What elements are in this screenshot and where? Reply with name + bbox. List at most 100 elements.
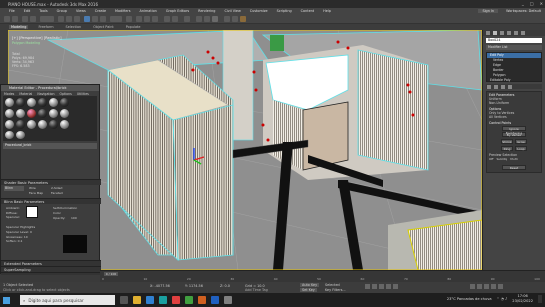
shader-dropdown[interactable]: Blinn xyxy=(4,186,24,191)
sample-slot[interactable] xyxy=(49,120,58,129)
clock[interactable]: 17:06 23/02/2022 xyxy=(512,294,533,303)
sign-in-button[interactable]: Sign In xyxy=(478,9,499,13)
sample-slot[interactable] xyxy=(49,109,58,118)
play-icon[interactable] xyxy=(379,284,384,289)
unlink-icon[interactable] xyxy=(30,16,36,22)
two-sided-checkbox[interactable]: 2-Sided xyxy=(51,186,62,190)
timeline[interactable]: 0 / 100 0 10 20 30 40 50 60 70 80 90 100 xyxy=(100,270,545,282)
add-time-tag[interactable]: Add Time Tag xyxy=(245,288,268,292)
sample-slot[interactable] xyxy=(16,109,25,118)
tab-freeform[interactable]: Freeform xyxy=(36,25,55,29)
align-icon[interactable] xyxy=(172,16,178,22)
render-frame-icon[interactable] xyxy=(232,16,238,22)
app-icon[interactable] xyxy=(185,296,193,304)
menu-group[interactable]: Group xyxy=(57,9,67,13)
menu-customize[interactable]: Customize xyxy=(250,9,268,13)
pin-stack-icon[interactable] xyxy=(487,85,491,89)
previous-frame-icon[interactable] xyxy=(372,284,377,289)
rollout-shader-basic[interactable]: Shader Basic Parameters xyxy=(1,179,101,185)
sample-slot[interactable] xyxy=(27,109,36,118)
menu-utilities[interactable]: Utilities xyxy=(77,92,89,96)
orbit-icon[interactable] xyxy=(491,284,496,289)
make-unique-icon[interactable] xyxy=(501,85,505,89)
next-frame-icon[interactable] xyxy=(386,284,391,289)
percent-snap-icon[interactable] xyxy=(152,16,158,22)
soften-value[interactable]: 0.1 xyxy=(18,239,23,243)
viewport-label[interactable]: [+] [Perspective] [Realistic] xyxy=(12,36,62,40)
sample-slot[interactable] xyxy=(5,98,14,107)
undo-icon[interactable] xyxy=(4,16,10,22)
sample-slot[interactable] xyxy=(16,131,25,139)
link-icon[interactable] xyxy=(22,16,28,22)
reset-button[interactable]: Reset xyxy=(502,165,526,170)
material-editor-icon[interactable] xyxy=(212,16,218,22)
sample-slot[interactable] xyxy=(60,120,69,129)
rotate-icon[interactable] xyxy=(92,16,98,22)
menu-rendering[interactable]: Rendering xyxy=(198,9,215,13)
select-icon[interactable] xyxy=(58,16,64,22)
menu-navigation[interactable]: Navigation xyxy=(37,92,54,96)
object-name-field[interactable]: Box024 xyxy=(486,38,542,43)
menu-scripting[interactable]: Scripting xyxy=(277,9,292,13)
all-vertices-checkbox[interactable]: All Vertices xyxy=(489,115,539,119)
ignore-backfacing-button[interactable]: Ignore Backfacing xyxy=(502,126,526,135)
remove-modifier-icon[interactable] xyxy=(508,85,512,89)
tab-object-paint[interactable]: Object Paint xyxy=(91,25,116,29)
tab-modeling[interactable]: Modeling xyxy=(9,25,29,29)
sample-slot[interactable] xyxy=(38,109,47,118)
motion-tab-icon[interactable] xyxy=(507,31,511,35)
sample-slot[interactable] xyxy=(5,131,14,139)
z-coordinate[interactable]: Z: 0.0 xyxy=(220,284,230,288)
sample-slot[interactable] xyxy=(60,109,69,118)
taskbar-search[interactable]: ⌕ Digite aqui para pesquisar xyxy=(20,295,115,305)
snap-icon[interactable] xyxy=(136,16,142,22)
modify-tab-icon[interactable] xyxy=(493,31,497,35)
grow-button[interactable]: Grow xyxy=(515,139,527,144)
redo-icon[interactable] xyxy=(12,16,18,22)
menu-tools[interactable]: Tools xyxy=(39,9,47,13)
workspace-dropdown[interactable]: Workspaces: Default xyxy=(506,9,541,13)
spec-level-value[interactable]: 0 xyxy=(30,230,32,234)
windows-start-icon[interactable] xyxy=(3,296,10,304)
key-filters-button[interactable]: Key Filters... xyxy=(325,288,346,292)
move-icon[interactable] xyxy=(84,16,90,22)
sample-slot[interactable] xyxy=(38,98,47,107)
sample-slot[interactable] xyxy=(16,120,25,129)
menu-graph-editors[interactable]: Graph Editors xyxy=(166,9,189,13)
task-view-icon[interactable] xyxy=(120,296,128,304)
angle-snap-icon[interactable] xyxy=(144,16,150,22)
minimize-button[interactable]: _ xyxy=(522,1,524,6)
select-by-name-icon[interactable] xyxy=(66,16,72,22)
close-button[interactable]: ✕ xyxy=(540,1,543,6)
app-icon[interactable] xyxy=(172,296,180,304)
sample-slot[interactable] xyxy=(49,98,58,107)
sample-slot[interactable] xyxy=(5,120,14,129)
menu-modifiers[interactable]: Modifiers xyxy=(115,9,130,13)
create-tab-icon[interactable] xyxy=(486,31,490,35)
tab-populate[interactable]: Populate xyxy=(124,25,143,29)
faceted-checkbox[interactable]: Faceted xyxy=(51,191,63,195)
menu-options[interactable]: Options xyxy=(60,92,72,96)
schematic-icon[interactable] xyxy=(204,16,210,22)
time-slider[interactable]: 0 / 100 xyxy=(104,272,118,276)
menu-material[interactable]: Material xyxy=(19,92,32,96)
radio-non-uniform[interactable]: Non-Uniform xyxy=(489,101,539,105)
preview-multi-radio[interactable]: Multi xyxy=(510,157,517,161)
maximize-button[interactable]: □ xyxy=(530,1,534,6)
menu-animation[interactable]: Animation xyxy=(140,9,157,13)
app-icon[interactable] xyxy=(211,296,219,304)
sample-slot[interactable] xyxy=(27,120,36,129)
selection-filter-dropdown[interactable] xyxy=(40,16,54,22)
auto-key-button[interactable]: Auto Key xyxy=(300,283,320,287)
glossiness-value[interactable]: 10 xyxy=(24,235,28,239)
hierarchy-tab-icon[interactable] xyxy=(500,31,504,35)
menu-civil-view[interactable]: Civil View xyxy=(224,9,240,13)
stack-item-editable-poly[interactable]: Editable Poly xyxy=(487,78,541,83)
diffuse-swatch[interactable] xyxy=(26,206,38,218)
go-to-start-icon[interactable] xyxy=(365,284,370,289)
shrink-button[interactable]: Shrink xyxy=(501,139,513,144)
layer-icon[interactable] xyxy=(184,16,190,22)
menu-edit[interactable]: Edit xyxy=(24,9,31,13)
sample-slot[interactable] xyxy=(5,109,14,118)
set-key-button[interactable]: Set Key xyxy=(300,288,317,292)
